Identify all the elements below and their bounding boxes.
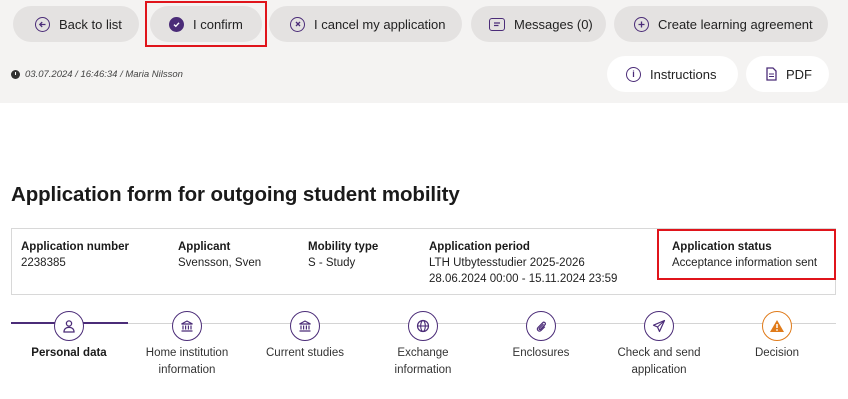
- messages-button[interactable]: Messages (0): [471, 6, 606, 42]
- cancel-application-label: I cancel my application: [314, 16, 446, 32]
- applicant-value: Svensson, Sven: [178, 257, 262, 269]
- application-period-line2: 28.06.2024 00:00 - 15.11.2024 23:59: [429, 273, 618, 285]
- create-learning-agreement-label: Create learning agreement: [658, 16, 813, 32]
- step-check-and-send[interactable]: Check and send application: [599, 311, 719, 379]
- mobility-type: Mobility type S - Study: [308, 239, 378, 271]
- meta-timestamp: 03.07.2024 / 16:46:34 / Maria Nilsson: [25, 69, 183, 80]
- step-label: Current studies: [245, 345, 365, 362]
- applicant: Applicant Svensson, Sven: [178, 239, 261, 271]
- cancel-application-button[interactable]: I cancel my application: [269, 6, 462, 42]
- info-circle-icon: i: [626, 66, 641, 82]
- step-label-line2: information: [158, 364, 216, 376]
- step-home-institution[interactable]: Home institution information: [127, 311, 247, 379]
- create-learning-agreement-button[interactable]: Create learning agreement: [614, 6, 828, 42]
- send-icon: [644, 311, 674, 341]
- meta-info: 03.07.2024 / 16:46:34 / Maria Nilsson: [11, 69, 183, 80]
- pdf-button[interactable]: PDF: [746, 56, 829, 92]
- step-label: Decision: [717, 345, 837, 362]
- message-icon: [489, 17, 505, 31]
- application-summary: Application number 2238385 Applicant Sve…: [11, 228, 836, 295]
- back-to-list-button[interactable]: Back to list: [13, 6, 139, 42]
- mobility-type-label: Mobility type: [308, 241, 379, 253]
- step-label-line2: application: [631, 364, 687, 376]
- step-label-line1: Check and send: [617, 347, 701, 359]
- step-personal-data[interactable]: Personal data: [9, 311, 129, 362]
- institution-icon: [290, 311, 320, 341]
- step-exchange-information[interactable]: Exchange information: [363, 311, 483, 379]
- application-status-value: Acceptance information sent: [672, 257, 818, 269]
- document-icon: [766, 67, 777, 81]
- mobility-type-value: S - Study: [308, 257, 356, 269]
- application-period: Application period LTH Utbytesstudier 20…: [429, 239, 617, 287]
- plus-circle-icon: [634, 16, 649, 32]
- clock-icon: [11, 70, 20, 79]
- step-label-line1: Decision: [754, 347, 800, 359]
- step-label-line1: Enclosures: [512, 347, 570, 359]
- instructions-button[interactable]: i Instructions: [607, 56, 738, 92]
- application-status: Application status Acceptance informatio…: [672, 239, 817, 271]
- x-circle-icon: [290, 16, 305, 32]
- application-status-label: Application status: [672, 241, 772, 253]
- confirm-label: I confirm: [193, 16, 243, 32]
- warning-icon: [762, 311, 792, 341]
- step-label-line1: Personal data: [31, 347, 107, 359]
- instructions-label: Instructions: [650, 66, 717, 82]
- step-label: Personal data: [9, 345, 129, 362]
- page-title: Application form for outgoing student mo…: [11, 183, 460, 206]
- step-label: Enclosures: [481, 345, 601, 362]
- messages-label: Messages (0): [514, 16, 593, 32]
- application-number-label: Application number: [21, 241, 129, 253]
- institution-icon: [172, 311, 202, 341]
- step-label-line2: information: [394, 364, 452, 376]
- applicant-label: Applicant: [178, 241, 231, 253]
- step-label-line1: Current studies: [266, 347, 344, 359]
- step-decision[interactable]: Decision: [717, 311, 837, 362]
- top-toolbar: Back to list I confirm I cancel my appli…: [0, 0, 848, 103]
- step-label: Home institution information: [127, 345, 247, 379]
- confirm-button[interactable]: I confirm: [150, 6, 262, 42]
- check-circle-icon: [169, 16, 184, 32]
- application-number: Application number 2238385: [21, 239, 129, 271]
- application-period-line1: LTH Utbytesstudier 2025-2026: [429, 257, 585, 269]
- application-number-value: 2238385: [21, 257, 66, 269]
- application-period-label: Application period: [429, 241, 530, 253]
- pdf-label: PDF: [786, 66, 812, 82]
- arrow-left-circle-icon: [35, 16, 50, 32]
- step-label-line1: Home institution: [145, 347, 229, 359]
- back-to-list-label: Back to list: [59, 16, 122, 32]
- paperclip-icon: [526, 311, 556, 341]
- step-label-line1: Exchange: [397, 347, 449, 359]
- step-label: Check and send application: [599, 345, 719, 379]
- globe-icon: [408, 311, 438, 341]
- step-current-studies[interactable]: Current studies: [245, 311, 365, 362]
- person-icon: [54, 311, 84, 341]
- step-enclosures[interactable]: Enclosures: [481, 311, 601, 362]
- step-label: Exchange information: [363, 345, 483, 379]
